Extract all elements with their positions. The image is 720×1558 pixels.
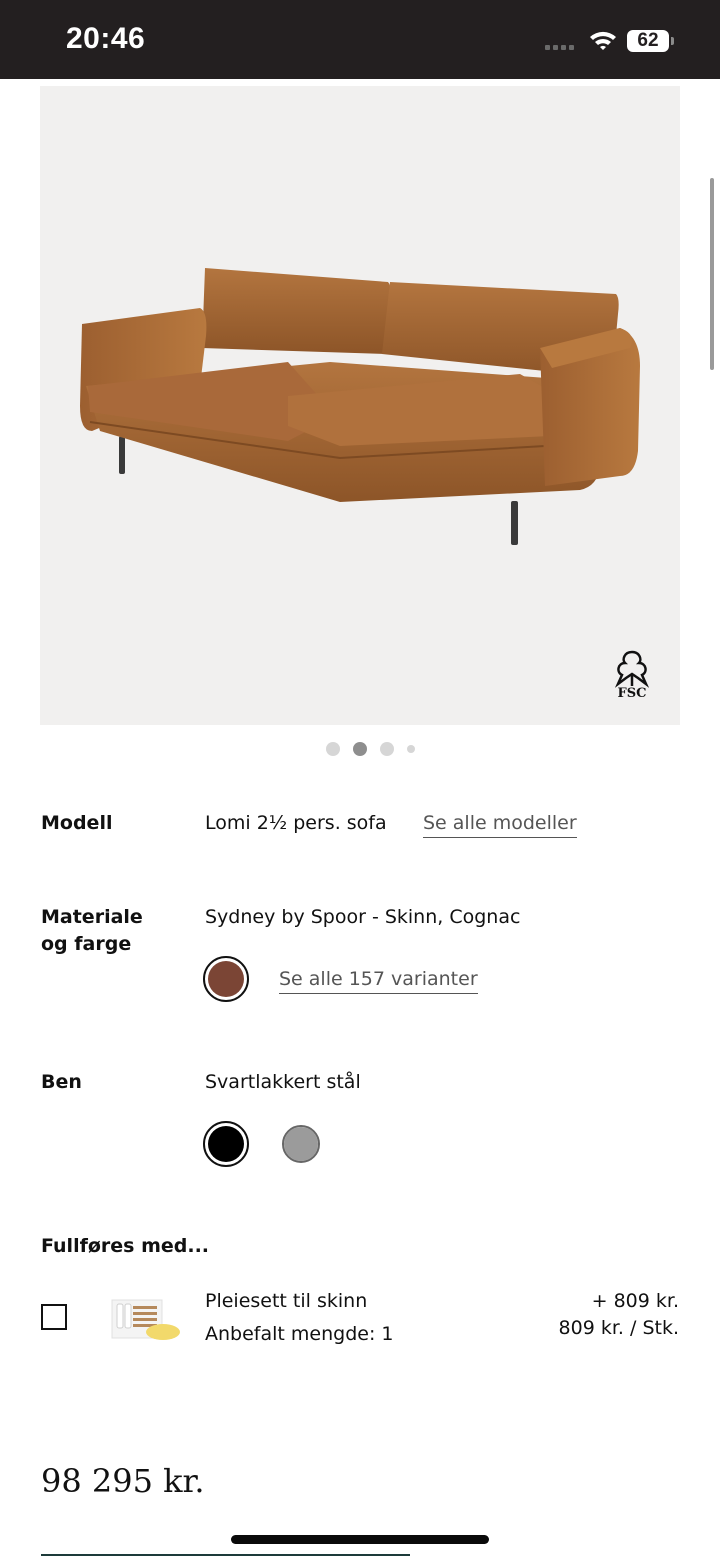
total-price: 98 295 kr. [41,1462,205,1500]
carousel-dot[interactable] [326,742,340,756]
addon-unit-price: 809 kr. / Stk. [558,1317,679,1339]
leg-swatch-black[interactable] [203,1121,249,1167]
addon-name: Pleiesett til skinn [205,1290,368,1312]
model-label: Modell [41,812,113,834]
fsc-text: FSC [617,686,647,701]
carousel-dot-active[interactable] [353,742,367,756]
wifi-icon [590,31,616,50]
material-label-line2: og farge [41,933,132,955]
scroll-indicator[interactable] [710,178,714,370]
bottom-rule [41,1554,410,1556]
material-label-line1: Materiale [41,906,143,928]
leg-swatch-grey-fill [284,1127,318,1161]
carousel-dots[interactable] [326,742,415,756]
home-indicator[interactable] [231,1535,489,1544]
product-image[interactable]: FSC [40,86,680,725]
material-swatch-fill [208,961,244,997]
leg-swatch-grey[interactable] [282,1125,320,1163]
see-all-models-link[interactable]: Se alle modeller [423,809,577,838]
addon-price-add: + 809 kr. [591,1290,679,1312]
fsc-logo: FSC [610,648,654,704]
material-swatch-cognac[interactable] [203,956,249,1002]
see-all-variants-link[interactable]: Se alle 157 varianter [279,965,478,994]
fsc-tree-icon [614,650,650,688]
carousel-dot[interactable] [407,745,415,753]
battery-icon: 62 [627,30,669,52]
addons-heading: Fullføres med... [41,1235,210,1257]
sofa-illustration [80,268,640,545]
cellular-signal-icon [545,45,574,50]
legs-value: Svartlakkert stål [205,1071,361,1093]
status-bar: 20:46 62 [0,0,720,79]
addon-checkbox[interactable] [41,1304,67,1330]
leather-care-kit-image [111,1299,180,1340]
carousel-dot[interactable] [380,742,394,756]
status-time: 20:46 [66,22,146,55]
addon-quantity: Anbefalt mengde: 1 [205,1323,394,1345]
leg-swatch-black-fill [208,1126,244,1162]
material-value: Sydney by Spoor - Skinn, Cognac [205,906,521,928]
model-value: Lomi 2½ pers. sofa [205,812,387,834]
legs-label: Ben [41,1071,82,1093]
battery-tip [671,37,674,45]
